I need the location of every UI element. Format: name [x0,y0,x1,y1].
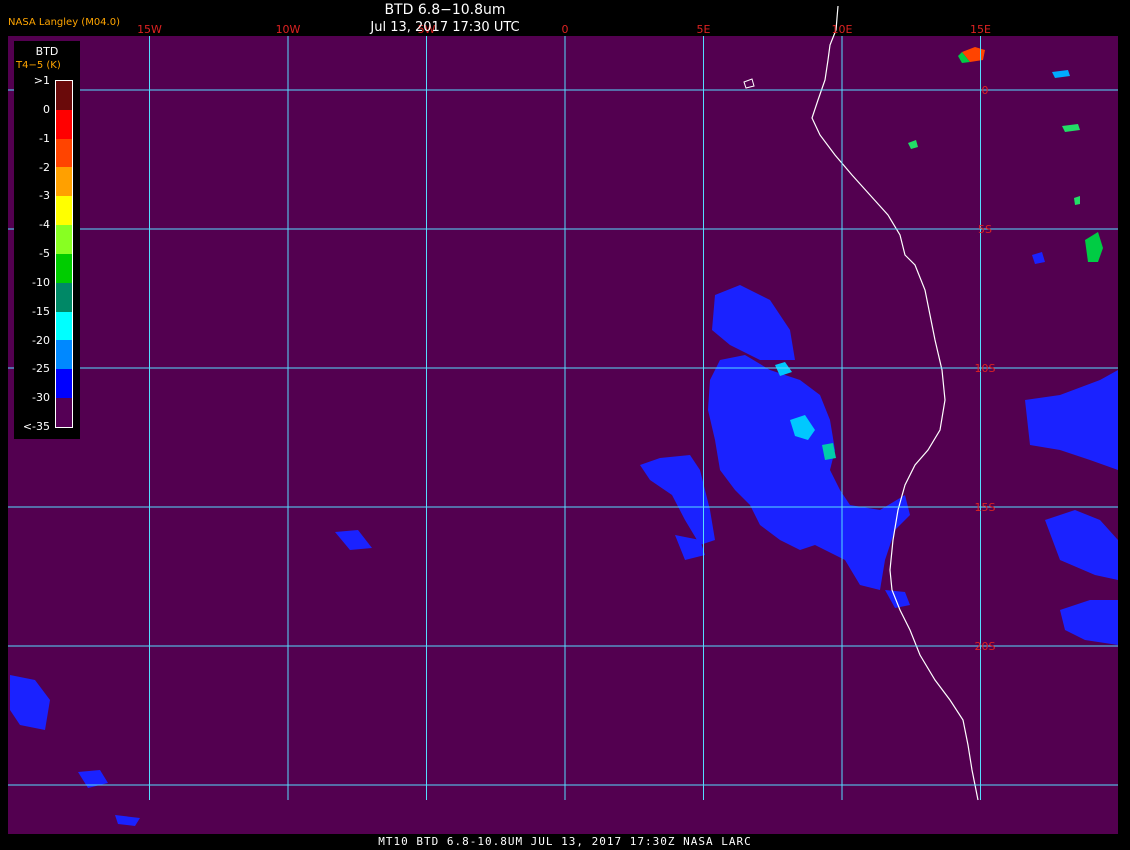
legend-swatch-8 [56,311,72,341]
legend-label-9: -20 [32,333,50,347]
map-background [8,36,1118,834]
legend-swatch-7 [56,282,72,312]
legend-label-2: -1 [39,131,50,145]
latitude-label-1: 5S [978,223,992,236]
legend-label-3: -2 [39,160,50,174]
legend-label-5: -4 [39,218,50,232]
footer-caption: MT10 BTD 6.8-10.8UM JUL 13, 2017 17:30Z … [378,835,752,848]
latitude-label-4: 20S [975,640,996,653]
legend-swatch-5 [56,225,72,254]
legend-swatch-3 [56,167,72,197]
legend-label-0: >1 [33,74,50,87]
legend-label-12: <-35 [22,420,50,433]
producer-label: NASA Langley (M04.0) [8,17,120,28]
legend-label-11: -30 [32,391,50,405]
legend-unit: T4−5 (K) [16,60,61,71]
legend-colorbar [55,80,73,428]
legend-swatch-6 [56,253,72,283]
legend-label-8: -15 [32,304,50,318]
legend-label-4: -3 [39,189,50,203]
color-legend: BTD T4−5 (K) >1 0 -1 -2 -3 -4 -5 -10 -15 -20 -25 -3… [14,41,80,439]
legend-label-6: -5 [39,247,50,260]
legend-label-7: -10 [32,275,50,289]
legend-swatch-2 [56,138,72,168]
satellite-image-viewer: 15W 10W 5W 0 5E 10E 15E 0 5S 10S 15S 20S BTD 6.8−10… [0,0,1130,850]
image-timestamp: Jul 13, 2017 17:30 UTC [370,20,520,35]
image-title: BTD 6.8−10.8um [384,2,506,18]
legend-title: BTD [35,45,59,58]
legend-swatch-0 [56,81,72,110]
legend-swatch-11 [56,398,72,427]
btd-map: 15W 10W 5W 0 5E 10E 15E05S10S15S20S [8,5,1118,834]
latitude-label-0: 0 [982,84,989,97]
legend-swatch-4 [56,196,72,226]
latitude-label-3: 15S [975,501,996,514]
legend-swatch-10 [56,369,72,399]
legend-label-10: -25 [32,362,50,376]
legend-swatch-9 [56,340,72,370]
legend-swatch-1 [56,109,72,139]
legend-label-1: 0 [43,102,50,116]
latitude-label-2: 10S [975,362,996,375]
